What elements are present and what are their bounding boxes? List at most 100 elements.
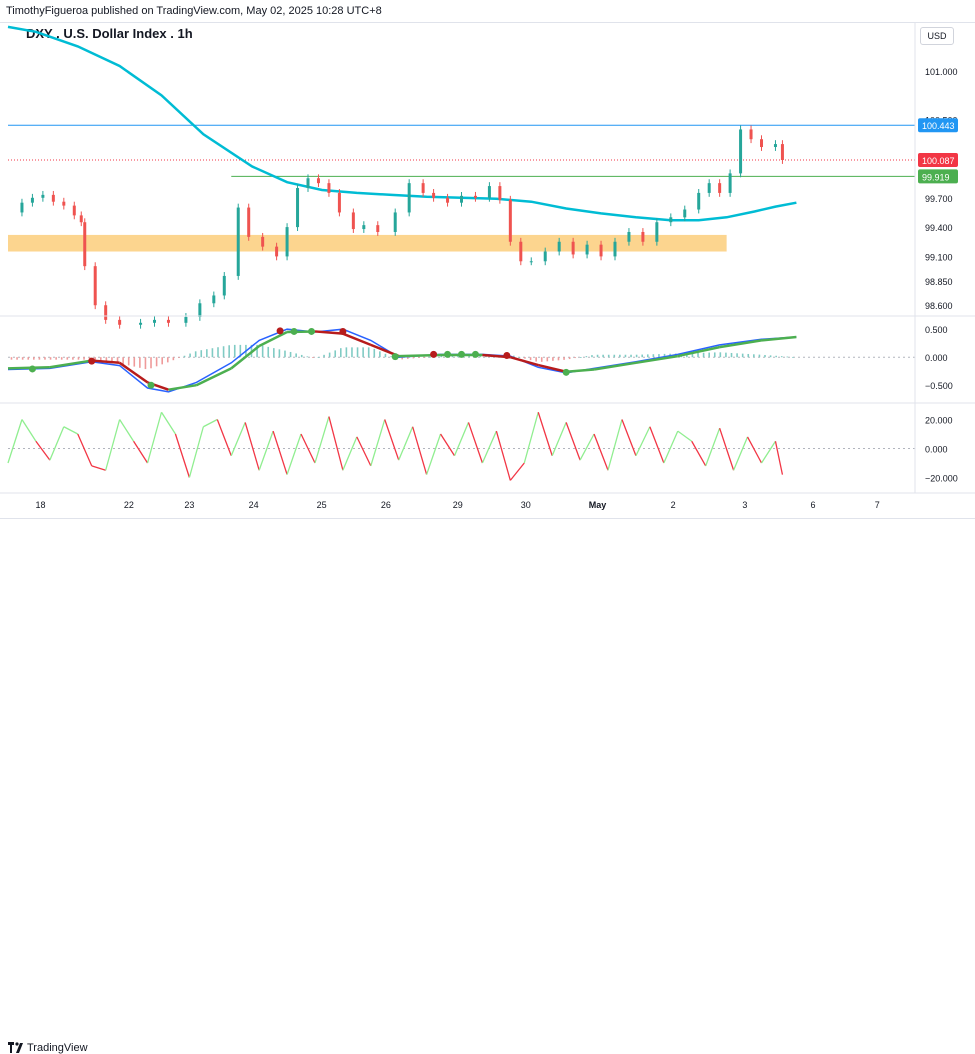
footer: TradingView [0,518,975,1054]
moving-average-line [7,25,797,222]
candle [20,202,24,213]
oscillator-segment [509,462,525,481]
crossover-dot [562,368,570,376]
oscillator-segment [635,426,651,457]
macd-histogram-bar [412,357,415,359]
macd-histogram-bar [44,357,46,360]
candle [697,192,701,210]
macd-histogram-bar [284,350,286,358]
macd-histogram-bar [323,354,325,358]
time-tick-label: May [589,500,607,510]
macd-histogram-bar [289,351,292,358]
macd-histogram-bar [328,352,331,358]
publish-header: TimothyFigueroa published on TradingView… [0,0,975,23]
candle [285,227,289,257]
macd-histogram-bar [217,347,219,358]
oscillator-segment [230,422,246,457]
candle [83,222,87,267]
oscillator-segment [426,433,442,475]
oscillator-segment [328,416,344,471]
candle [613,241,617,257]
macd-histogram-bar [367,347,370,358]
macd-histogram-bar [635,354,638,358]
oscillator-segment [719,427,735,471]
macd-histogram-bar [596,354,599,358]
macd-histogram-bar [300,354,303,358]
macd-histogram-bar [351,347,353,358]
candle [393,212,397,232]
candle [93,266,97,306]
macd-histogram-bar [619,354,621,358]
time-tick-label: 24 [249,500,259,510]
osc-tick-label: 20.000 [925,416,953,426]
macd-histogram-bar [585,356,588,358]
crossover-dot [147,381,155,389]
price-label-text: 100.087 [922,156,955,166]
oscillator-segment [649,426,665,464]
candle [519,241,523,262]
macd-histogram-bar [764,354,766,358]
oscillator-segment [384,419,400,461]
oscillator-segment [440,433,456,457]
candle [166,319,170,323]
macd-tick-label: −0.500 [925,381,953,391]
oscillator-segment [774,441,784,475]
candle [296,188,300,228]
time-tick-label: 25 [317,500,327,510]
oscillator-segment [105,419,121,471]
time-tick-label: 18 [35,500,45,510]
published-text: TimothyFigueroa published on TradingView… [6,5,382,17]
candle [627,231,631,242]
chart-svg[interactable]: 1822232425262930May2367 101.000100.50099… [0,22,975,517]
crossover-dot [458,350,465,358]
macd-histogram-bar [189,353,191,358]
candle [728,173,732,193]
macd-histogram-bar [607,354,610,358]
oscillator-segment [691,440,707,467]
candle [655,222,659,242]
oscillator-segment [258,430,274,471]
macd-histogram-bar [535,357,537,362]
macd-line [7,328,797,393]
macd-pane[interactable] [7,327,915,393]
candle [421,183,425,193]
candle [460,195,463,203]
macd-histogram-bar [574,357,577,359]
oscillator-segment [286,433,302,475]
time-tick-label: 23 [184,500,194,510]
oscillator-segment [481,430,497,464]
macd-histogram-bar [658,354,660,358]
candle [446,197,450,203]
candle [351,212,355,230]
price-axis[interactable]: 101.000100.50099.70099.40099.10098.85098… [918,67,958,484]
candle [773,144,777,148]
macd-histogram-bar [524,357,526,359]
crossover-dot [28,365,36,373]
oscillator-segment [733,436,749,471]
signal-line-segment [761,335,797,342]
macd-histogram-bar [719,352,722,358]
macd-histogram-bar [406,357,409,359]
price-pane[interactable] [7,25,915,329]
candle [72,205,76,216]
candle [247,207,251,237]
osc-tick-label: −20.000 [925,474,958,484]
time-axis[interactable]: 18 22 23 24 25 26 29 30 May 2 3 6 7 [35,500,879,510]
macd-histogram-bar [278,349,281,358]
time-tick-label: 6 [810,500,815,510]
candle [327,183,331,193]
macd-histogram-bar [150,357,152,369]
macd-histogram-bar [38,357,41,360]
macd-histogram-bar [33,357,35,360]
candle [337,192,341,213]
oscillator-segment [398,426,414,461]
oscillator-segment [551,422,567,457]
signal-line-segment [49,359,92,369]
oscillator-pane[interactable] [7,411,915,481]
macd-histogram-bar [55,357,57,360]
macd-histogram-bar [563,357,565,360]
price-tick-label: 99.700 [925,194,953,204]
candle [407,183,411,213]
candle [316,178,320,184]
price-tick-label: 98.600 [925,301,953,311]
